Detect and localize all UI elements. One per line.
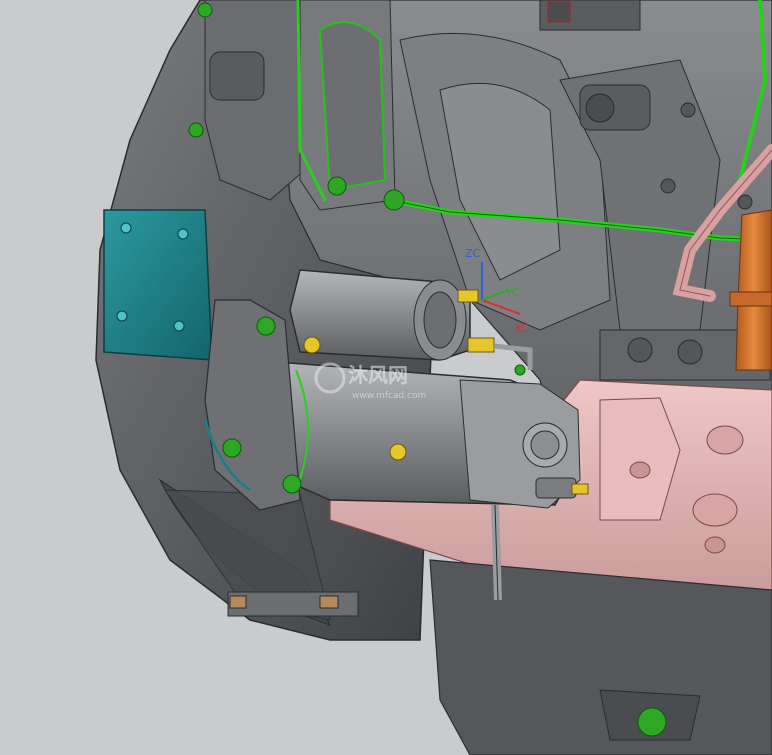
x-axis-label: XC (514, 322, 529, 335)
teal-mounting-plate (103, 209, 213, 361)
plate-bolt-hole (173, 320, 185, 332)
cad-viewport[interactable]: ZC XC YC 沐风网 www.mfcad.com (0, 0, 772, 755)
green-bolt (383, 189, 405, 211)
plate-bolt-hole (116, 310, 128, 322)
green-bolt (327, 176, 347, 196)
plate-bolt-hole (120, 222, 132, 234)
oil-pan (429, 559, 772, 755)
green-bolt (282, 474, 302, 494)
green-bolt (197, 2, 213, 18)
z-axis-label: ZC (465, 247, 481, 260)
y-axis-label: YC (505, 286, 520, 299)
watermark-main: 沐风网 (348, 363, 408, 387)
green-bolt (188, 122, 204, 138)
oil-drain-plug (637, 707, 667, 737)
watermark-sub: www.mfcad.com (352, 391, 426, 401)
green-bolt (514, 364, 526, 376)
plate-bolt-hole (177, 228, 189, 240)
green-bolt (222, 438, 242, 458)
green-bolt (256, 316, 276, 336)
engine-model: ZC XC YC 沐风网 www.mfcad.com (0, 0, 772, 755)
